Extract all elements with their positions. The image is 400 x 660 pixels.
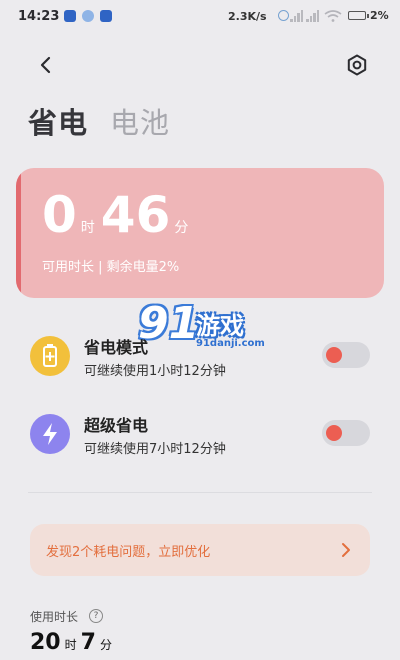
usage-minutes: 7 bbox=[80, 630, 96, 655]
battery-plus-icon bbox=[30, 336, 70, 376]
battery-icon bbox=[348, 11, 369, 20]
power-issue-alert[interactable]: 发现2个耗电问题，立即优化 bbox=[30, 524, 370, 576]
power-issue-text: 发现2个耗电问题，立即优化 bbox=[46, 545, 211, 560]
app-notification-icon bbox=[100, 10, 112, 22]
remaining-time: 0 时 46 分 bbox=[42, 186, 194, 244]
status-bar: 14:23 2.3K/s 2% bbox=[0, 0, 400, 34]
ultra-power-saving-row: 超级省电 可继续使用7小时12分钟 bbox=[30, 412, 374, 460]
toggle-knob bbox=[326, 425, 342, 441]
info-icon[interactable]: ? bbox=[89, 609, 103, 623]
usage-duration-label: 使用时长 bbox=[30, 610, 79, 624]
network-speed: 2.3K/s bbox=[228, 10, 267, 23]
minutes-unit: 分 bbox=[174, 220, 189, 236]
usage-hours: 20 bbox=[30, 630, 61, 655]
alarm-icon bbox=[278, 10, 289, 21]
battery-status-card: 0 时 46 分 可用时长 | 剩余电量2% bbox=[16, 168, 384, 298]
chevron-left-icon[interactable] bbox=[36, 55, 56, 75]
usage-minutes-unit: 分 bbox=[99, 638, 112, 652]
remaining-minutes: 46 bbox=[100, 186, 171, 244]
gear-icon[interactable] bbox=[346, 54, 368, 76]
section-divider bbox=[28, 492, 372, 493]
hours-unit: 时 bbox=[80, 220, 95, 236]
signal-icon bbox=[290, 10, 306, 22]
power-saving-mode-row: 省电模式 可继续使用1小时12分钟 bbox=[30, 334, 374, 382]
card-accent-stripe bbox=[16, 168, 21, 298]
remaining-hours: 0 bbox=[42, 186, 77, 244]
power-saving-mode-toggle[interactable] bbox=[322, 342, 370, 368]
usage-duration-value: 20 时 7 分 bbox=[30, 630, 116, 655]
battery-level-text: 2% bbox=[370, 9, 389, 22]
wifi-icon bbox=[324, 10, 342, 22]
ultra-power-saving-toggle[interactable] bbox=[322, 420, 370, 446]
tab-power-saving[interactable]: 省电 bbox=[28, 100, 88, 142]
chevron-right-icon bbox=[342, 543, 350, 557]
app-notification-icon bbox=[64, 10, 76, 22]
app-notification-icon bbox=[82, 10, 94, 22]
lightning-icon bbox=[30, 414, 70, 454]
signal-icon bbox=[306, 10, 322, 22]
power-saving-mode-title: 省电模式 bbox=[84, 338, 149, 357]
ultra-power-saving-title: 超级省电 bbox=[84, 416, 149, 435]
usage-hours-unit: 时 bbox=[64, 638, 77, 652]
ultra-power-saving-subtitle: 可继续使用7小时12分钟 bbox=[84, 442, 226, 457]
toggle-knob bbox=[326, 347, 342, 363]
power-saving-mode-subtitle: 可继续使用1小时12分钟 bbox=[84, 364, 226, 379]
status-time: 14:23 bbox=[18, 9, 60, 24]
tab-battery[interactable]: 电池 bbox=[110, 100, 170, 142]
battery-card-subtitle: 可用时长 | 剩余电量2% bbox=[42, 260, 180, 275]
